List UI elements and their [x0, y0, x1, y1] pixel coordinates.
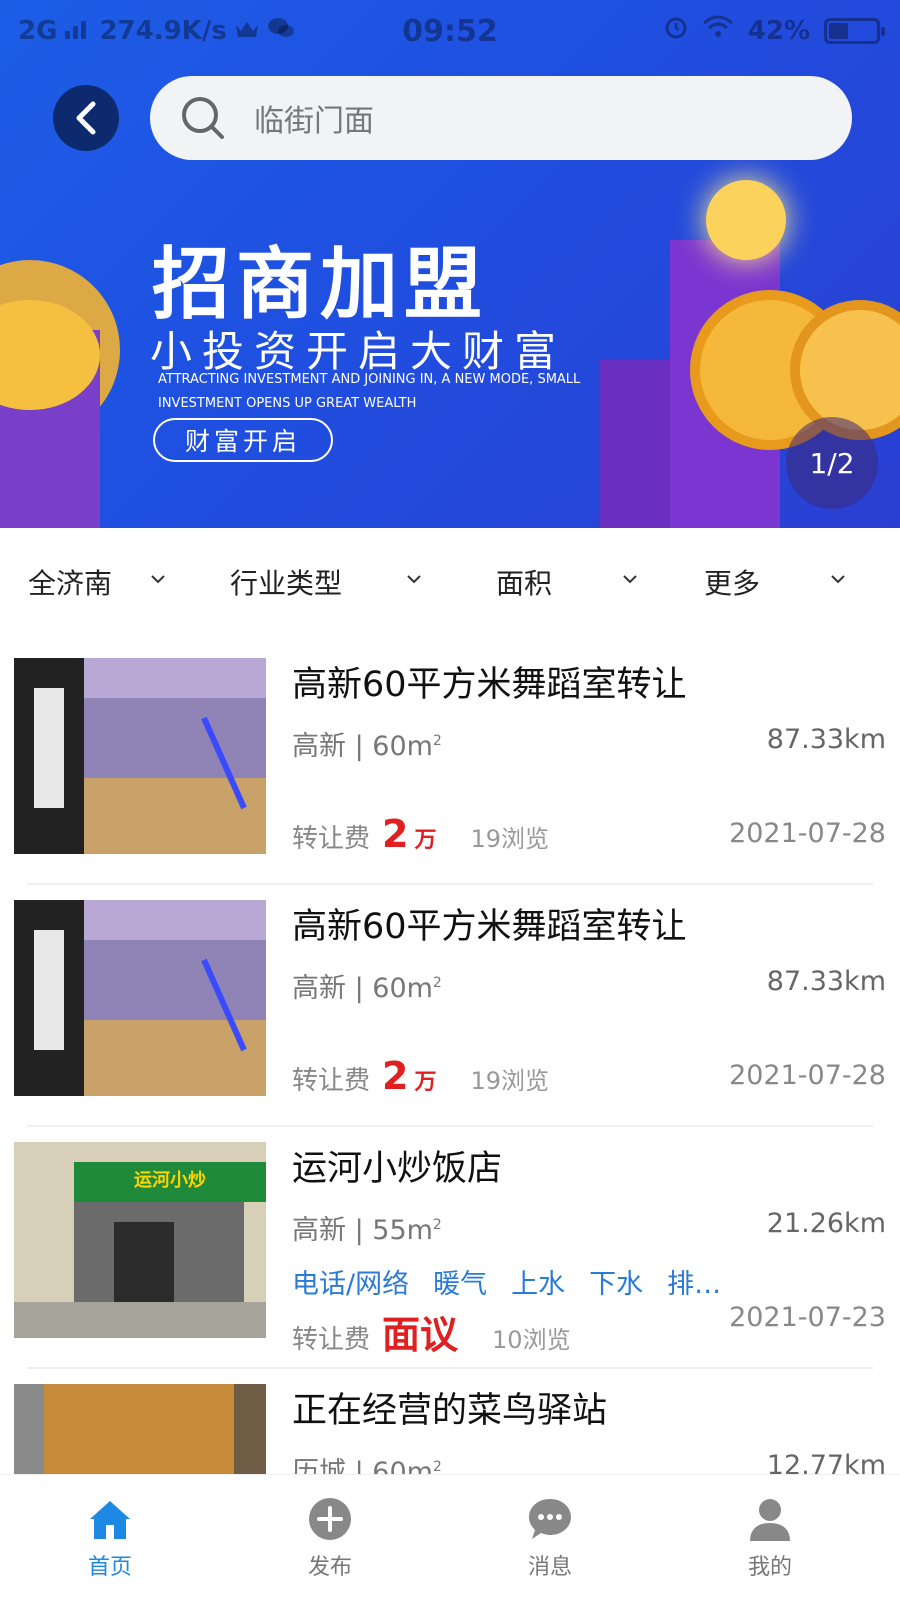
- tag: 上水: [511, 1269, 566, 1300]
- battery-percent: 42%: [747, 15, 810, 46]
- filter-area[interactable]: 面积: [496, 562, 646, 602]
- filter-label: 行业类型: [230, 567, 343, 600]
- list-item[interactable]: 高新60平方米舞蹈室转让 高新 | 60m2 87.33km 转让费 2 万 1…: [0, 638, 900, 885]
- area-unit-sup: 2: [432, 1217, 442, 1233]
- filter-label: 更多: [704, 567, 761, 600]
- fee-label: 转让费: [292, 1325, 371, 1355]
- listing-photo: [14, 658, 266, 854]
- list-item[interactable]: 高新60平方米舞蹈室转让 高新 | 60m2 87.33km 转让费 2 万 1…: [0, 880, 900, 1127]
- listing-meta: 高新 | 60m2: [292, 724, 442, 763]
- listing-tags: 电话/网络 暖气 上水 下水 排…: [292, 1262, 721, 1301]
- fee-unit: 万: [414, 828, 437, 853]
- area-unit-sup: 2: [432, 975, 442, 991]
- listing-title: 高新60平方米舞蹈室转让: [292, 665, 687, 705]
- tag: 暖气: [433, 1269, 488, 1300]
- fee-label: 转让费: [292, 1066, 371, 1096]
- promo-banner[interactable]: 2G 274.9K/s 09:52 42% 临街门面 招商加盟 小投资开启大财富…: [0, 0, 900, 528]
- filter-label: 全济南: [28, 567, 113, 600]
- filter-label: 面积: [496, 567, 553, 600]
- fee-value: 面议: [382, 1313, 459, 1357]
- filter-industry[interactable]: 行业类型: [230, 562, 430, 602]
- listing-distance: 12.77km: [766, 1450, 886, 1474]
- listing-meta: 历城 | 60m2: [292, 1450, 442, 1474]
- filter-bar: 全济南 行业类型 面积 更多: [0, 528, 900, 638]
- listing-title: 高新60平方米舞蹈室转让: [292, 907, 687, 947]
- area-unit-sup: 2: [432, 1459, 442, 1474]
- listing-date: 2021-07-28: [729, 1060, 886, 1091]
- listing-location-area: 高新 | 60m: [292, 731, 433, 762]
- coin-graphic: [706, 180, 786, 260]
- listing-list[interactable]: 高新60平方米舞蹈室转让 高新 | 60m2 87.33km 转让费 2 万 1…: [0, 638, 900, 1474]
- tab-profile[interactable]: 我的: [710, 1475, 830, 1600]
- search-icon: [182, 97, 224, 139]
- listing-price-row: 转让费 2 万 19浏览: [292, 812, 549, 858]
- listing-location-area: 高新 | 55m: [292, 1215, 433, 1246]
- fee-value: 2: [382, 1054, 409, 1098]
- listing-photo: 运河小炒: [14, 1142, 266, 1338]
- tab-messages[interactable]: 消息: [490, 1475, 610, 1600]
- banner-pager: 1/2: [786, 417, 878, 509]
- bottom-tab-bar: 首页 发布 消息 我的: [0, 1474, 900, 1600]
- banner-cta-button[interactable]: 财富开启: [153, 418, 333, 462]
- shop-sign-text: 运河小炒: [134, 1170, 206, 1191]
- listing-distance: 87.33km: [766, 966, 886, 997]
- listing-photo: [14, 900, 266, 1096]
- listing-price-row: 转让费 面议 10浏览: [292, 1304, 571, 1357]
- fee-unit: 万: [414, 1070, 437, 1095]
- battery-icon: [824, 17, 885, 44]
- list-item[interactable]: 正在经营的菜鸟驿站 历城 | 60m2 12.77km: [0, 1364, 900, 1474]
- battery-fill: [829, 22, 849, 39]
- search-input[interactable]: 临街门面: [150, 76, 852, 160]
- list-item[interactable]: 运河小炒 运河小炒饭店 高新 | 55m2 21.26km 电话/网络 暖气 上…: [0, 1122, 900, 1369]
- fee-value: 2: [382, 812, 409, 856]
- search-placeholder: 临街门面: [254, 104, 374, 139]
- tab-label: 我的: [747, 1555, 792, 1580]
- plus-circle-icon: [309, 1498, 351, 1540]
- view-count: 19浏览: [470, 825, 550, 853]
- chevron-down-icon: [151, 575, 165, 584]
- view-count: 19浏览: [470, 1067, 550, 1095]
- user-icon: [750, 1499, 790, 1541]
- chevron-left-icon: [76, 101, 96, 135]
- alarm-icon: [664, 14, 688, 47]
- status-bar: 2G 274.9K/s 09:52 42%: [0, 0, 900, 62]
- listing-date: 2021-07-23: [729, 1302, 886, 1333]
- tab-label: 首页: [87, 1555, 132, 1580]
- listing-price-row: 转让费 2 万 19浏览: [292, 1054, 549, 1100]
- chevron-down-icon: [623, 575, 637, 584]
- wifi-icon: [702, 15, 734, 46]
- tag: 排…: [667, 1269, 722, 1300]
- chevron-down-icon: [831, 575, 845, 584]
- listing-photo: [14, 1384, 266, 1474]
- area-unit-sup: 2: [432, 733, 442, 749]
- tag: 下水: [589, 1269, 644, 1300]
- listing-meta: 高新 | 60m2: [292, 966, 442, 1005]
- tab-publish[interactable]: 发布: [270, 1475, 390, 1600]
- fee-label: 转让费: [292, 824, 371, 854]
- view-count: 10浏览: [492, 1326, 571, 1354]
- listing-location-area: 历城 | 60m: [292, 1457, 433, 1474]
- listing-title: 运河小炒饭店: [292, 1149, 503, 1189]
- tab-home[interactable]: 首页: [50, 1475, 170, 1600]
- chevron-down-icon: [407, 575, 421, 584]
- tag: 电话/网络: [292, 1269, 410, 1300]
- chat-icon: [529, 1499, 571, 1539]
- listing-meta: 高新 | 55m2: [292, 1208, 442, 1247]
- home-icon: [90, 1501, 130, 1539]
- listing-location-area: 高新 | 60m: [292, 973, 433, 1004]
- tab-label: 发布: [307, 1555, 352, 1580]
- tab-label: 消息: [527, 1555, 572, 1580]
- listing-distance: 21.26km: [766, 1208, 886, 1239]
- listing-distance: 87.33km: [766, 724, 886, 755]
- banner-english-text: ATTRACTING INVESTMENT AND JOINING IN, A …: [158, 372, 581, 411]
- back-button[interactable]: [53, 85, 119, 151]
- listing-date: 2021-07-28: [729, 818, 886, 849]
- listing-title: 正在经营的菜鸟驿站: [292, 1391, 608, 1431]
- filter-city[interactable]: 全济南: [28, 562, 168, 602]
- filter-more[interactable]: 更多: [704, 562, 854, 602]
